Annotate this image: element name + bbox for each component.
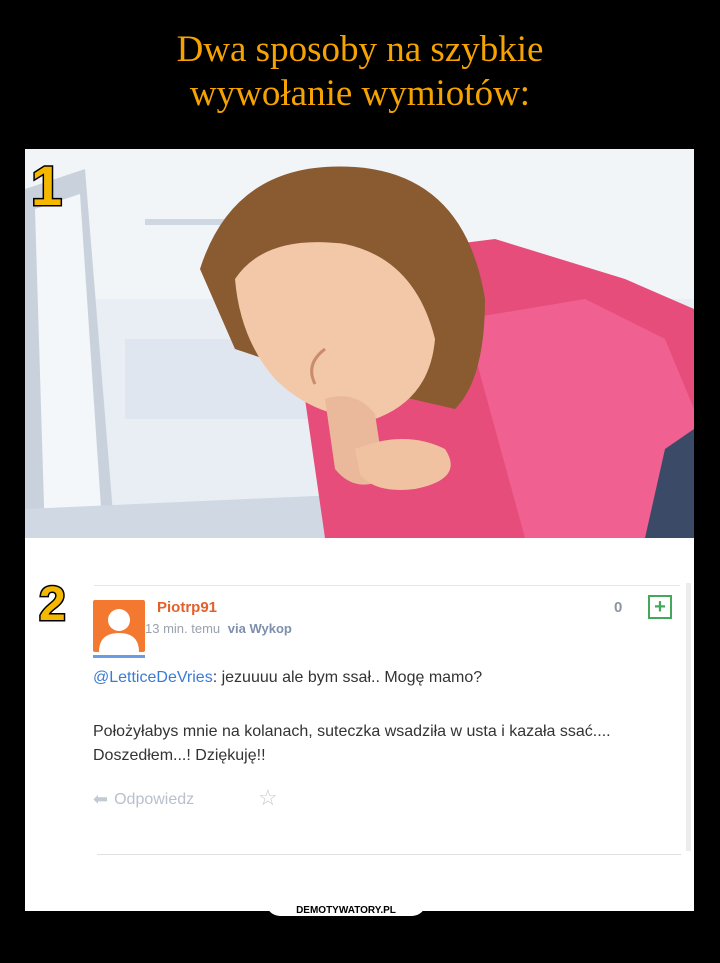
marker-1: 1 — [29, 154, 63, 217]
comment-text-line-2: Położyłabys mnie na kolanach, suteczka w… — [93, 723, 611, 764]
title-line-2: wywołanie wymiotów: — [189, 73, 531, 114]
star-icon[interactable]: ☆ — [258, 785, 278, 811]
photo-illustration — [25, 149, 694, 538]
watermark: DEMOTYWATORY.PL — [266, 896, 426, 916]
comment-text-line-1: @LetticeDeVries: jezuuuu ale bym ssał.. … — [93, 666, 678, 690]
reply-label: Odpowiedz — [114, 790, 195, 808]
comment-meta: 13 min. temu via Wykop — [145, 621, 292, 636]
photo — [25, 149, 694, 538]
scrollbar[interactable] — [686, 583, 691, 851]
page-title: Dwa sposoby na szybkie wywołanie wymiotó… — [0, 28, 720, 116]
title-line-1: Dwa sposoby na szybkie — [176, 29, 544, 70]
comment-via[interactable]: via Wykop — [228, 621, 292, 636]
comment-username[interactable]: Piotrp91 — [157, 599, 217, 616]
comment-card: Piotrp91 13 min. temu via Wykop 0 + @Let… — [25, 538, 694, 911]
divider-top — [94, 585, 680, 586]
comment-time[interactable]: 13 min. temu — [145, 621, 220, 636]
comment-text-rest: : jezuuuu ale bym ssał.. Mogę mamo? — [212, 669, 483, 686]
avatar-underline — [93, 655, 145, 658]
mention-link[interactable]: @LetticeDeVries — [93, 669, 213, 686]
user-avatar-icon[interactable] — [93, 600, 145, 652]
reply-arrow-icon: ⬅ — [93, 789, 109, 809]
divider-bottom — [97, 854, 681, 855]
reply-button[interactable]: ⬅ Odpowiedz — [93, 789, 194, 810]
content-frame: 1 2 Piotrp91 13 min. temu via Wykop 0 + … — [25, 149, 694, 911]
plus-box-icon[interactable]: + — [648, 595, 672, 619]
vote-score: 0 — [614, 599, 623, 616]
